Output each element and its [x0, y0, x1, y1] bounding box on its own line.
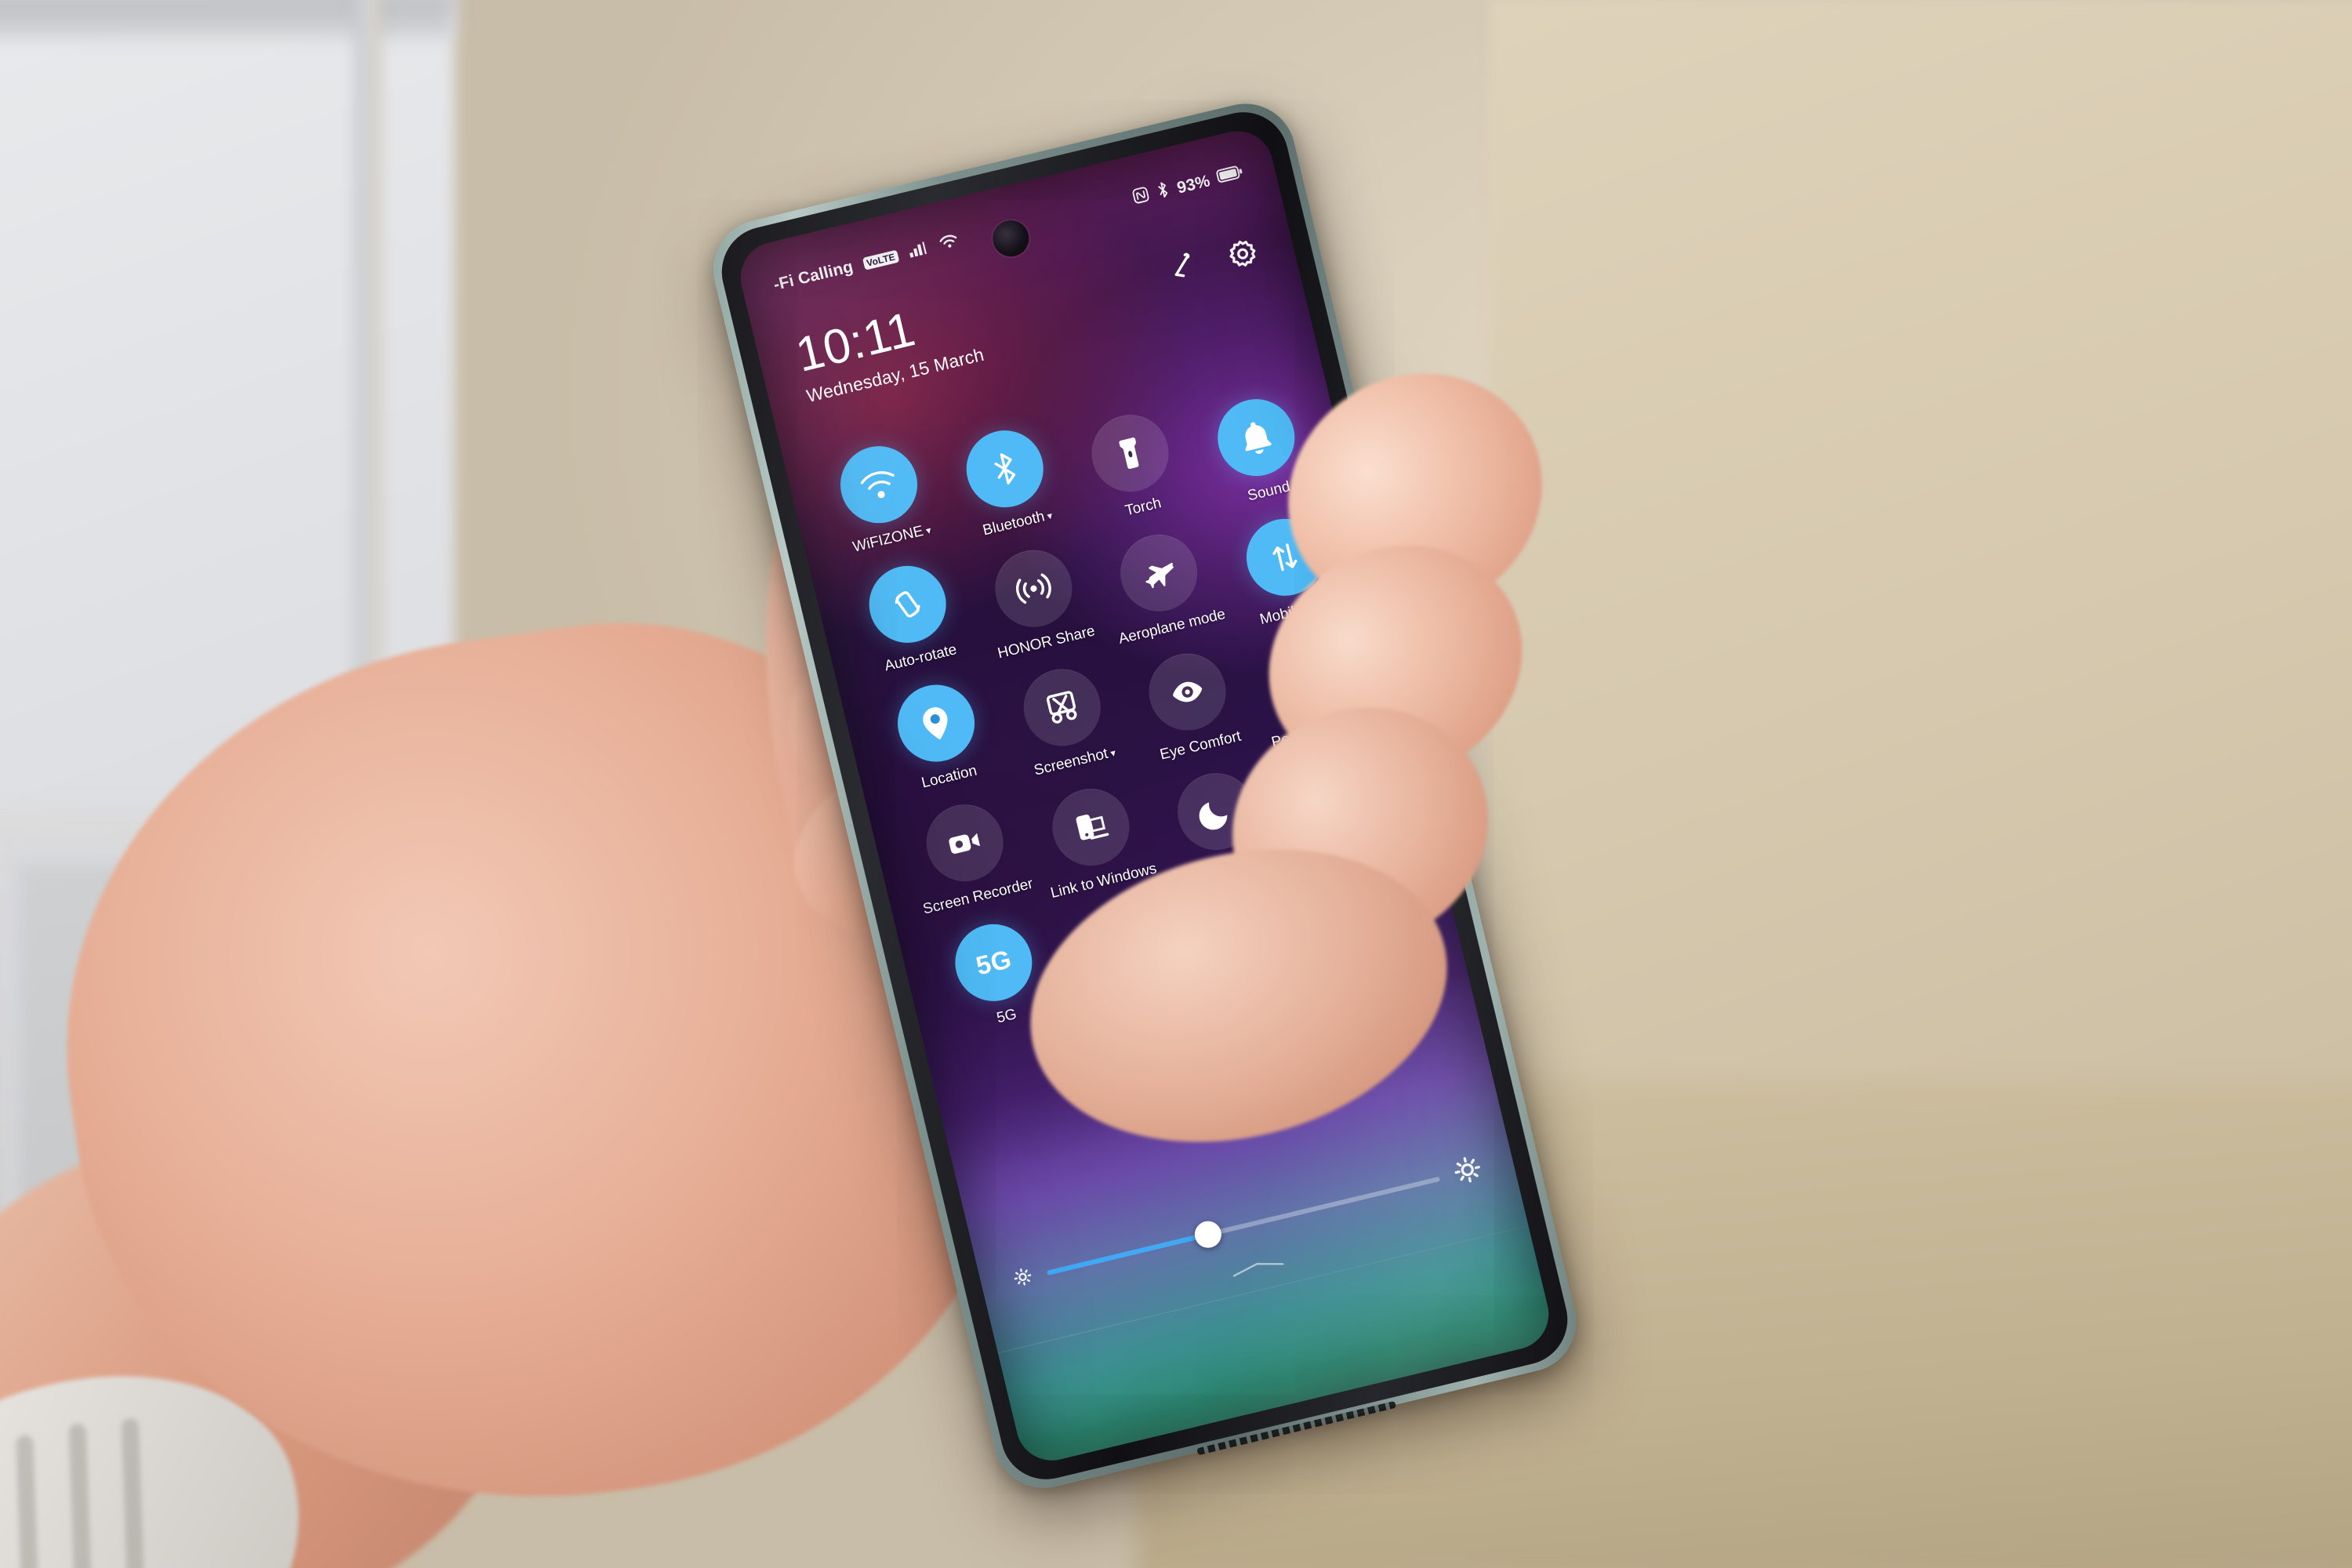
toggle-label: HONOR Share: [996, 622, 1097, 662]
toggle-honor-share[interactable]: HONOR Share: [966, 537, 1108, 665]
toggle-label: Screenshot: [1032, 746, 1110, 779]
chevron-down-icon: ▾: [1106, 746, 1117, 760]
toggle-label: Torch: [1123, 495, 1163, 520]
shade-handle-chevron-icon[interactable]: [1227, 1254, 1288, 1279]
5g-glyph: 5G: [973, 943, 1014, 981]
wifi-icon: [937, 231, 961, 256]
cellular-signal-icon: [906, 238, 931, 263]
airplane-icon: [1112, 526, 1206, 619]
text-5g-icon: 5G: [947, 916, 1040, 1009]
toggle-label: Bluetooth: [981, 508, 1047, 539]
brightness-low-icon: [1010, 1264, 1036, 1293]
screenshot-scissors-icon: [1015, 661, 1109, 754]
honor-share-icon: [986, 542, 1080, 635]
flashlight-icon: [1083, 407, 1177, 500]
toggle-label: Eye Comfort: [1158, 728, 1243, 764]
chevron-down-icon: ▾: [1043, 509, 1054, 523]
toggle-screenshot[interactable]: Screenshot ▾: [994, 656, 1136, 784]
auto-rotate-icon: [861, 557, 954, 651]
toggle-label: Aeroplane mode: [1116, 605, 1228, 648]
toggle-wifizone[interactable]: WiFIZONE ▾: [811, 433, 953, 561]
toggle-location[interactable]: Location: [869, 672, 1011, 800]
eye-icon: [1141, 645, 1235, 739]
toggle-label: Auto-rotate: [883, 641, 959, 675]
gear-settings-icon[interactable]: [1223, 234, 1264, 278]
toggle-torch[interactable]: Torch: [1062, 402, 1204, 530]
bluetooth-status-icon: [1155, 180, 1172, 205]
toggle-auto-rotate[interactable]: Auto-rotate: [840, 553, 982, 681]
toggle-label: Sound: [1246, 478, 1292, 505]
toggle-label: Location: [920, 762, 979, 792]
nfc-status-icon: [1131, 185, 1152, 210]
toggle-eye-comfort[interactable]: Eye Comfort: [1120, 641, 1261, 768]
brightness-thumb[interactable]: [1192, 1218, 1225, 1250]
chevron-down-icon: ▾: [921, 524, 933, 538]
toggle-screen-recorder[interactable]: Screen Recorder: [897, 791, 1039, 919]
brightness-fill: [1046, 1232, 1209, 1276]
link-to-windows-icon: [1044, 781, 1138, 874]
bluetooth-icon: [958, 423, 1051, 516]
door-top-shadow: [0, 0, 455, 38]
video-camera-icon: [918, 797, 1012, 890]
toggle-bluetooth[interactable]: Bluetooth ▾: [937, 417, 1079, 545]
location-pin-icon: [890, 677, 983, 770]
brightness-high-icon: [1450, 1152, 1486, 1192]
toggle-label: 5G: [995, 1005, 1018, 1027]
clock-block: 10:11 Wednesday, 15 March: [791, 290, 986, 408]
volte-badge: VoLTE: [862, 249, 900, 270]
pencil-edit-icon[interactable]: [1160, 249, 1201, 293]
carrier-label: -Fi Calling: [771, 257, 855, 295]
battery-icon: [1215, 163, 1246, 189]
toggle-label: Screen Recorder: [921, 875, 1035, 918]
toggle-label: WiFIZONE: [851, 522, 925, 556]
toggle-aeroplane-mode[interactable]: Aeroplane mode: [1091, 521, 1233, 649]
wifi-icon: [833, 438, 926, 532]
bell-icon: [1209, 391, 1303, 485]
shade-bottom-edge: [997, 1225, 1529, 1354]
battery-percent-label: 93%: [1174, 172, 1212, 198]
